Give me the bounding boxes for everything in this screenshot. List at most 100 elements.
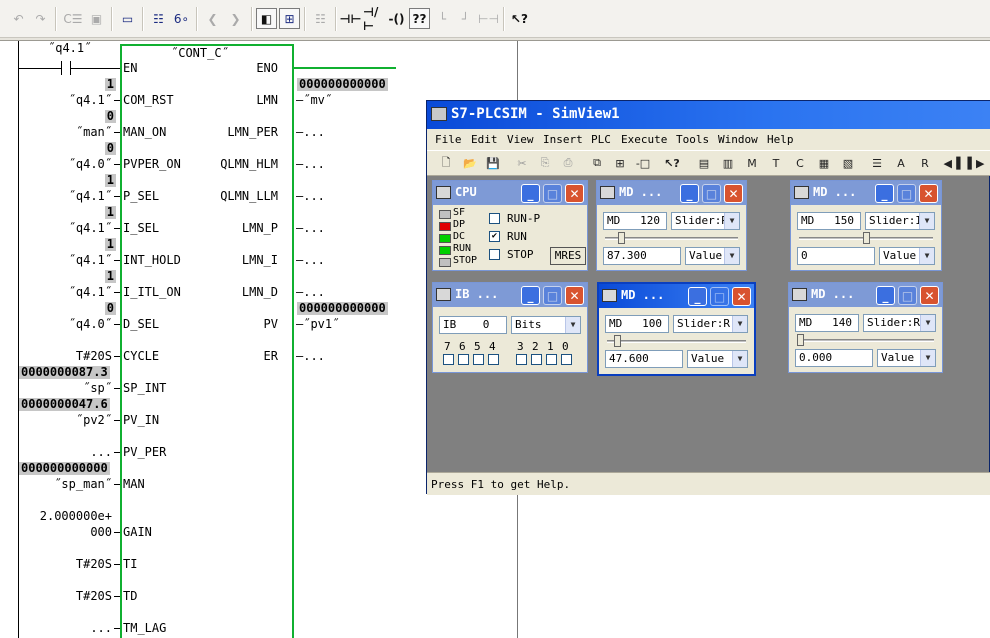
maximize-button[interactable]: □ — [898, 286, 917, 305]
box-icon[interactable]: ?? — [409, 8, 430, 29]
slider-thumb[interactable] — [618, 232, 625, 244]
close-button[interactable]: ✕ — [732, 287, 751, 306]
output-operand[interactable]: –... — [296, 157, 325, 171]
close-button[interactable]: ✕ — [920, 286, 939, 305]
bit-checkbox[interactable] — [546, 354, 557, 365]
md-value-field[interactable]: 0.000 — [795, 349, 873, 367]
input-operand[interactable]: 000 — [90, 525, 112, 539]
output-operand[interactable]: –... — [296, 285, 325, 299]
minimize-button[interactable]: _ — [876, 286, 895, 305]
ib-titlebar[interactable]: IB ... _ □ ✕ — [433, 283, 587, 307]
md-window-120[interactable]: MD ... _ □ ✕ MD 120 Slider:R ▼ 87.300 Value ▼ — [596, 180, 747, 271]
zoom-icon[interactable]: ⊞ — [279, 8, 300, 29]
monitor-icon[interactable]: ▭ — [117, 8, 138, 29]
bit-checkbox[interactable] — [488, 354, 499, 365]
md-address-field[interactable]: MD 140 — [795, 314, 859, 332]
maximize-button[interactable]: □ — [710, 287, 729, 306]
md-format-select[interactable]: Value ▼ — [879, 247, 935, 265]
ib-window[interactable]: IB ... _ □ ✕ IB 0 Bits ▼ 76543210 — [432, 282, 588, 373]
menu-plc[interactable]: PLC — [591, 133, 611, 146]
input-operand[interactable]: ˝sp_man˝ — [54, 477, 112, 491]
menu-execute[interactable]: Execute — [621, 133, 667, 146]
md-titlebar[interactable]: MD ... _ □ ✕ — [597, 181, 746, 205]
md-titlebar[interactable]: MD ... _ □ ✕ — [789, 283, 942, 307]
nc-contact-icon[interactable]: ⊣/⊢ — [363, 5, 384, 33]
maximize-button[interactable]: □ — [897, 184, 916, 203]
md-address-field[interactable]: MD 100 — [605, 315, 669, 333]
insert-bit-memory-icon[interactable]: M — [743, 154, 761, 172]
insert-generic-icon[interactable]: ▦ — [815, 154, 833, 172]
input-operand[interactable]: ... — [90, 621, 112, 635]
menu-edit[interactable]: Edit — [471, 133, 498, 146]
md-mode-select[interactable]: Slider:R ▼ — [671, 212, 740, 230]
input-operand[interactable]: ... — [90, 445, 112, 459]
menu-window[interactable]: Window — [718, 133, 758, 146]
menu-insert[interactable]: Insert — [543, 133, 583, 146]
input-operand[interactable]: ˝q4.1˝ — [69, 221, 112, 235]
md-format-select[interactable]: Value ▼ — [685, 247, 740, 265]
connection-icon[interactable]: ⊢⊣ — [478, 8, 499, 29]
menu-view[interactable]: View — [507, 133, 534, 146]
overview-icon[interactable]: ◧ — [256, 8, 277, 29]
mode-checkbox-run[interactable]: ✔ — [489, 231, 500, 242]
output-operand[interactable]: –... — [296, 125, 325, 139]
md-format-select[interactable]: Value ▼ — [687, 350, 748, 368]
paste-icon[interactable]: ⎙ — [559, 154, 577, 172]
mres-button[interactable]: MRES — [550, 247, 586, 265]
bit-checkbox[interactable] — [561, 354, 572, 365]
md-format-select[interactable]: Value ▼ — [877, 349, 936, 367]
next-network-icon[interactable]: ❯ — [225, 8, 246, 29]
bit-checkbox[interactable] — [458, 354, 469, 365]
md-value-field[interactable]: 87.300 — [603, 247, 681, 265]
output-operand[interactable]: –... — [296, 253, 325, 267]
bit-checkbox[interactable] — [531, 354, 542, 365]
output-operand[interactable]: –... — [296, 189, 325, 203]
input-operand[interactable]: ˝q4.1˝ — [69, 93, 112, 107]
mode-checkbox-stop[interactable] — [489, 249, 500, 260]
md-address-field[interactable]: MD 150 — [797, 212, 861, 230]
output-operand[interactable]: –˝mv˝ — [296, 93, 332, 107]
new-icon[interactable]: 🗋 — [437, 154, 455, 172]
compile-icon[interactable]: C☰ — [62, 8, 84, 29]
ib-address-field[interactable]: IB 0 — [439, 316, 507, 334]
input-operand[interactable]: T#20S — [76, 349, 112, 363]
input-operand[interactable]: ˝q4.1˝ — [69, 189, 112, 203]
md-window-150[interactable]: MD ... _ □ ✕ MD 150 Slider:I ▼ 0 Value ▼ — [790, 180, 942, 271]
minimize-button[interactable]: _ — [521, 184, 540, 203]
close-button[interactable]: ✕ — [565, 286, 584, 305]
close-button[interactable]: ✕ — [919, 184, 938, 203]
slider-thumb[interactable] — [614, 335, 621, 347]
md-address-field[interactable]: MD 120 — [603, 212, 667, 230]
download-icon[interactable]: ▣ — [86, 8, 107, 29]
md-mode-select[interactable]: Slider:R ▼ — [863, 314, 936, 332]
redo-icon[interactable]: ↷ — [30, 8, 51, 29]
insert-input-icon[interactable]: ▤ — [695, 154, 713, 172]
input-operand[interactable]: T#20S — [76, 589, 112, 603]
prev-network-icon[interactable]: ❮ — [202, 8, 223, 29]
md-window-140[interactable]: MD ... _ □ ✕ MD 140 Slider:R ▼ 0.000 Value ▼ — [788, 282, 943, 373]
output-operand[interactable]: –... — [296, 221, 325, 235]
bit-checkbox[interactable] — [516, 354, 527, 365]
md-mode-select[interactable]: Slider:I ▼ — [865, 212, 935, 230]
no-contact-icon[interactable]: ⊣⊢ — [340, 8, 362, 29]
insert-timer-icon[interactable]: T — [767, 154, 785, 172]
minimize-button[interactable]: _ — [521, 286, 540, 305]
copy-icon[interactable]: ⎘ — [536, 154, 554, 172]
md-value-slider[interactable] — [605, 232, 738, 244]
md-value-slider[interactable] — [799, 232, 933, 244]
cascade-icon[interactable]: ⧉ — [588, 154, 606, 172]
bit-checkbox[interactable] — [443, 354, 454, 365]
md-mode-select[interactable]: Slider:R ▼ — [673, 315, 748, 333]
open-icon[interactable]: 📂 — [461, 154, 479, 172]
md-window-100[interactable]: MD ... _ □ ✕ MD 100 Slider:R ▼ 47.600 Value ▼ — [597, 282, 756, 376]
network-icon[interactable]: ☷ — [148, 8, 169, 29]
insert-block-regs-icon[interactable]: R — [916, 154, 934, 172]
close-button[interactable]: ✕ — [724, 184, 743, 203]
maximize-button[interactable]: □ — [543, 184, 562, 203]
branch-open-icon[interactable]: └ — [432, 8, 453, 29]
coil-icon[interactable]: -() — [386, 8, 407, 29]
insert-stack-icon[interactable]: ☰ — [868, 154, 886, 172]
menu-tools[interactable]: Tools — [676, 133, 709, 146]
md-value-slider[interactable] — [797, 334, 934, 346]
minimize-button[interactable]: _ — [875, 184, 894, 203]
